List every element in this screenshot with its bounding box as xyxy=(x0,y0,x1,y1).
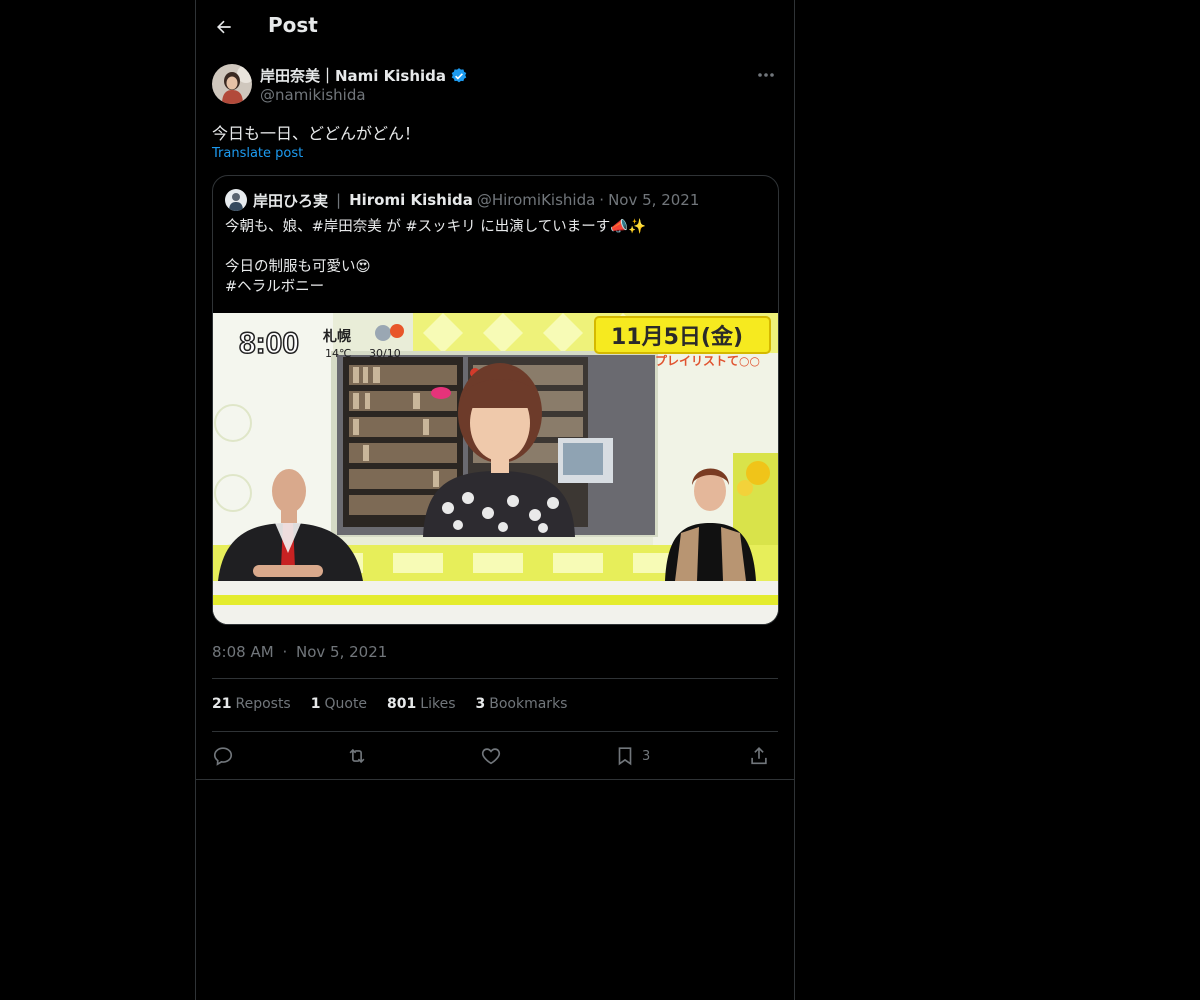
media-temp: 14℃ xyxy=(325,347,351,360)
arrow-left-icon xyxy=(217,20,231,34)
media-city: 札幌 xyxy=(322,328,351,345)
quoted-post-image[interactable]: 8:00 札幌 14℃ 30/10 11月5日(金) プレイリストて○○ xyxy=(213,313,778,624)
author-avatar[interactable] xyxy=(212,64,252,104)
quoted-name-separator: | xyxy=(336,191,342,209)
bookmarks-stat[interactable]: 3 Bookmarks xyxy=(476,696,568,712)
page-header: Post xyxy=(196,0,794,54)
quoted-author-name-jp: 岸田ひろ実 xyxy=(253,191,329,210)
bookmark-button[interactable]: 3 xyxy=(614,742,650,770)
heart-icon xyxy=(481,748,501,765)
quoted-text-line-1: 今朝も、娘、#岸田奈美 が #スッキリ に出演していまーす📣✨ xyxy=(225,219,647,235)
divider-top xyxy=(212,678,778,679)
media-date-banner: 11月5日(金) xyxy=(611,324,743,350)
quoted-post[interactable]: 岸田ひろ実 | Hiromi Kishida @HiromiKishida · … xyxy=(212,175,779,625)
timestamp-separator: · xyxy=(282,643,288,661)
quoted-date-separator: · xyxy=(599,191,605,209)
post-author: 岸田奈美｜Nami Kishida @namikishida xyxy=(212,64,778,108)
author-name[interactable]: 岸田奈美｜Nami Kishida xyxy=(260,65,446,86)
quoted-text-line-2: 今日の制服も可愛い😍 xyxy=(225,259,371,275)
media-clock: 8:00 xyxy=(239,327,299,360)
quotes-stat[interactable]: 1 Quote xyxy=(311,696,367,712)
author-handle[interactable]: @namikishida xyxy=(260,86,366,104)
reposts-stat[interactable]: 21 Reposts xyxy=(212,696,291,712)
quoted-post-header: 岸田ひろ実 | Hiromi Kishida @HiromiKishida · … xyxy=(225,188,699,212)
quoted-date: Nov 5, 2021 xyxy=(608,191,700,209)
post-bottom-border xyxy=(196,779,794,780)
more-horizontal-icon xyxy=(758,73,774,77)
post-text: 今日も一日、どどんがどん！ xyxy=(212,124,421,143)
share-button[interactable] xyxy=(748,742,770,770)
like-button[interactable] xyxy=(480,742,502,770)
quoted-author-avatar xyxy=(225,189,247,211)
page-title: Post xyxy=(268,13,318,37)
bookmark-count: 3 xyxy=(642,748,651,764)
translate-post-link[interactable]: Translate post xyxy=(212,146,303,161)
reply-icon xyxy=(213,747,233,766)
reply-button[interactable] xyxy=(212,742,234,770)
post-stats: 21 Reposts 1 Quote 801 Likes 3 Bookmarks xyxy=(212,696,567,712)
author-name-line: 岸田奈美｜Nami Kishida xyxy=(260,65,468,86)
post-time: 8:08 AM xyxy=(212,643,274,661)
quoted-text-line-3: #ヘラルボニー xyxy=(225,279,325,295)
quoted-post-text: 今朝も、娘、#岸田奈美 が #スッキリ に出演していまーす📣✨ 今日の制服も可愛… xyxy=(225,217,765,297)
media-rain: 30/10 xyxy=(369,347,401,360)
verified-badge-icon xyxy=(451,67,467,82)
divider-bottom xyxy=(212,731,778,732)
more-options-button[interactable] xyxy=(754,64,778,86)
quoted-author-name-en: Hiromi Kishida xyxy=(349,191,473,209)
share-icon xyxy=(751,747,767,765)
media-sub-banner: プレイリストて○○ xyxy=(655,353,760,368)
bookmark-icon xyxy=(618,747,632,766)
repost-icon xyxy=(349,748,365,764)
action-bar: 3 xyxy=(212,742,778,770)
back-button[interactable] xyxy=(208,11,240,43)
likes-stat[interactable]: 801 Likes xyxy=(387,696,455,712)
post-timestamp[interactable]: 8:08 AM · Nov 5, 2021 xyxy=(212,643,387,661)
primary-column: Post 岸田奈美｜Nami Kishida @namikishida 今日も一… xyxy=(195,0,795,1000)
quoted-author-handle: @HiromiKishida xyxy=(476,191,596,209)
post-date: Nov 5, 2021 xyxy=(296,643,388,661)
repost-button[interactable] xyxy=(346,742,368,770)
